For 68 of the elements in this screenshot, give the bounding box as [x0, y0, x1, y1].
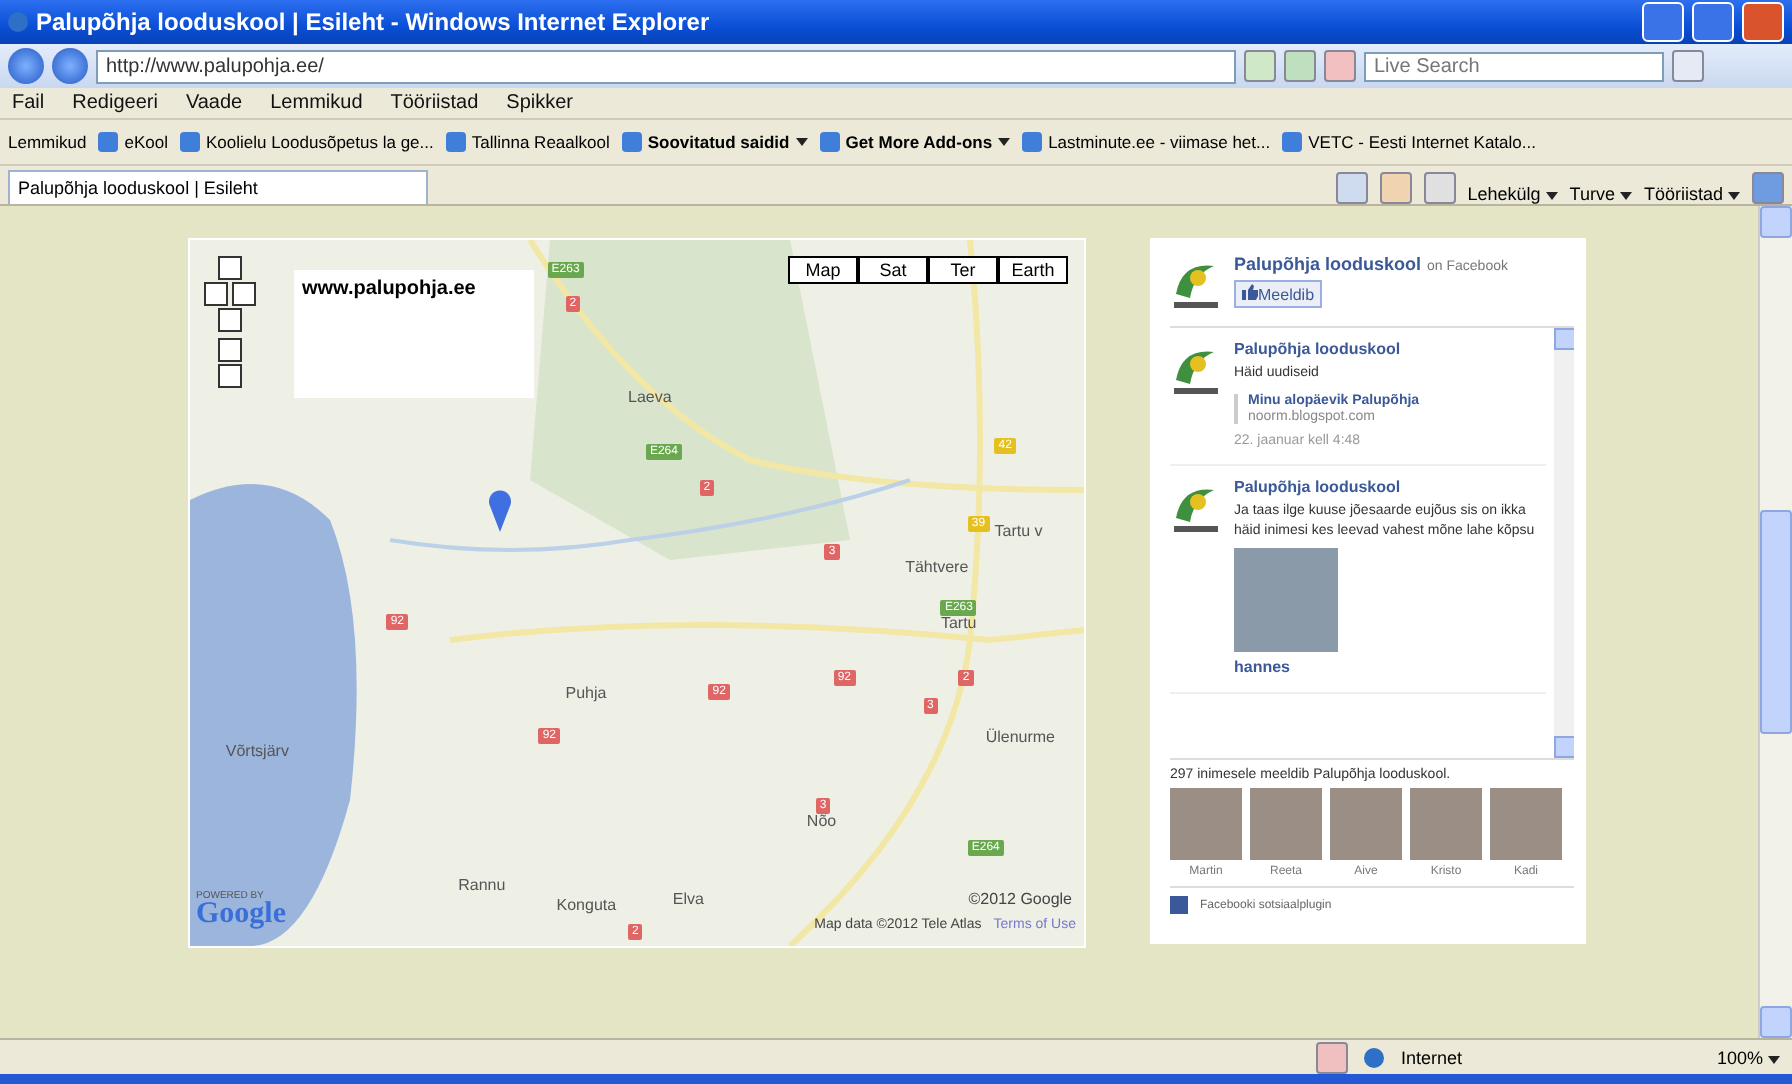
place-label: Tartu v [994, 522, 1043, 541]
globe-icon [1364, 1047, 1385, 1067]
caret-icon [1768, 1055, 1780, 1063]
photo-caption[interactable]: hannes [1234, 658, 1546, 676]
browser-tab[interactable]: Palupõhja looduskool | Esileht [8, 170, 428, 204]
maximize-button[interactable] [1692, 2, 1734, 42]
place-label: Tähtvere [905, 557, 969, 576]
place-label: Tartu [940, 614, 977, 633]
map-type-button[interactable]: Map [788, 256, 858, 284]
map-type-button[interactable]: Ter [928, 256, 998, 284]
command-button[interactable]: Lehekülg [1467, 184, 1558, 204]
close-button[interactable] [1742, 2, 1784, 42]
place-label: Ülenurme [985, 727, 1056, 746]
favorite-link[interactable]: eKool [98, 132, 168, 152]
menu-item[interactable]: Vaade [185, 92, 243, 114]
search-field[interactable]: Live Search [1364, 51, 1664, 81]
menu-item[interactable]: Tööriistad [390, 92, 479, 114]
post-author[interactable]: Palupõhja looduskool [1234, 478, 1546, 496]
pan-right-icon[interactable] [232, 282, 256, 306]
command-button[interactable]: Turve [1569, 184, 1632, 204]
map-type-button[interactable]: Sat [858, 256, 928, 284]
map-title: www.palupohja.ee [302, 278, 476, 300]
menu-item[interactable]: Fail [12, 92, 45, 114]
pan-down-icon[interactable] [218, 308, 242, 332]
favorites-button[interactable]: Lemmikud [8, 132, 87, 152]
pan-up-icon[interactable] [218, 256, 242, 280]
favorite-link[interactable]: Get More Add-ons [819, 132, 1011, 152]
favorite-link[interactable]: Soovitatud saidid [621, 132, 808, 152]
place-label: Nõo [806, 811, 837, 830]
place-label: Konguta [556, 896, 617, 915]
facebook-icon [1170, 896, 1188, 914]
caret-icon [1619, 192, 1632, 200]
post-author[interactable]: Palupõhja looduskool [1234, 340, 1420, 358]
favorite-link[interactable]: Koolielu Loodusõpetus la ge... [179, 132, 434, 152]
minimize-button[interactable] [1642, 2, 1684, 42]
caret-icon [1545, 192, 1558, 200]
zone-label: Internet [1400, 1047, 1464, 1067]
place-label: Laeva [628, 388, 672, 407]
scrollbar[interactable] [1554, 328, 1574, 758]
address-field[interactable]: http://www.palupohja.ee/ [96, 49, 1236, 83]
back-button[interactable] [8, 48, 44, 84]
thumbs-up-icon [1242, 284, 1258, 300]
command-button[interactable]: Tööriistad [1643, 184, 1740, 204]
place-label: Puhja [565, 684, 607, 703]
favorite-link[interactable]: Tallinna Reaalkool [445, 132, 610, 152]
favorite-link[interactable]: VETC - Eesti Internet Katalo... [1282, 132, 1536, 152]
map-type-button[interactable]: Earth [998, 256, 1068, 284]
map-pin-icon[interactable] [488, 488, 512, 532]
favorite-link[interactable]: Lastminute.ee - viimase het... [1022, 132, 1271, 152]
forward-button[interactable] [52, 48, 88, 84]
place-label: Võrtsjärv [225, 741, 289, 760]
pan-left-icon[interactable] [204, 282, 228, 306]
zoom-out-icon[interactable] [218, 364, 242, 388]
place-label: Rannu [458, 875, 506, 894]
like-button[interactable]: Meeldib [1234, 280, 1323, 308]
caret-icon [1728, 192, 1740, 200]
place-label: Elva [672, 889, 704, 908]
scrollbar[interactable] [1758, 206, 1792, 1038]
menu-item[interactable]: Spikker [506, 92, 574, 114]
menu-item[interactable]: Lemmikud [270, 92, 363, 114]
caret-icon [795, 138, 808, 146]
copyright-text: ©2012 Google [968, 890, 1072, 908]
zoom-level[interactable]: 100% [1716, 1047, 1780, 1067]
zoom-in-icon[interactable] [218, 338, 242, 362]
page-name[interactable]: Palupõhja looduskool [1234, 254, 1422, 274]
caret-icon [998, 138, 1011, 146]
menu-item[interactable]: Redigeeri [72, 92, 158, 114]
window-title: Palupõhja looduskool | Esileht - Windows Internet Explorer [36, 8, 712, 36]
